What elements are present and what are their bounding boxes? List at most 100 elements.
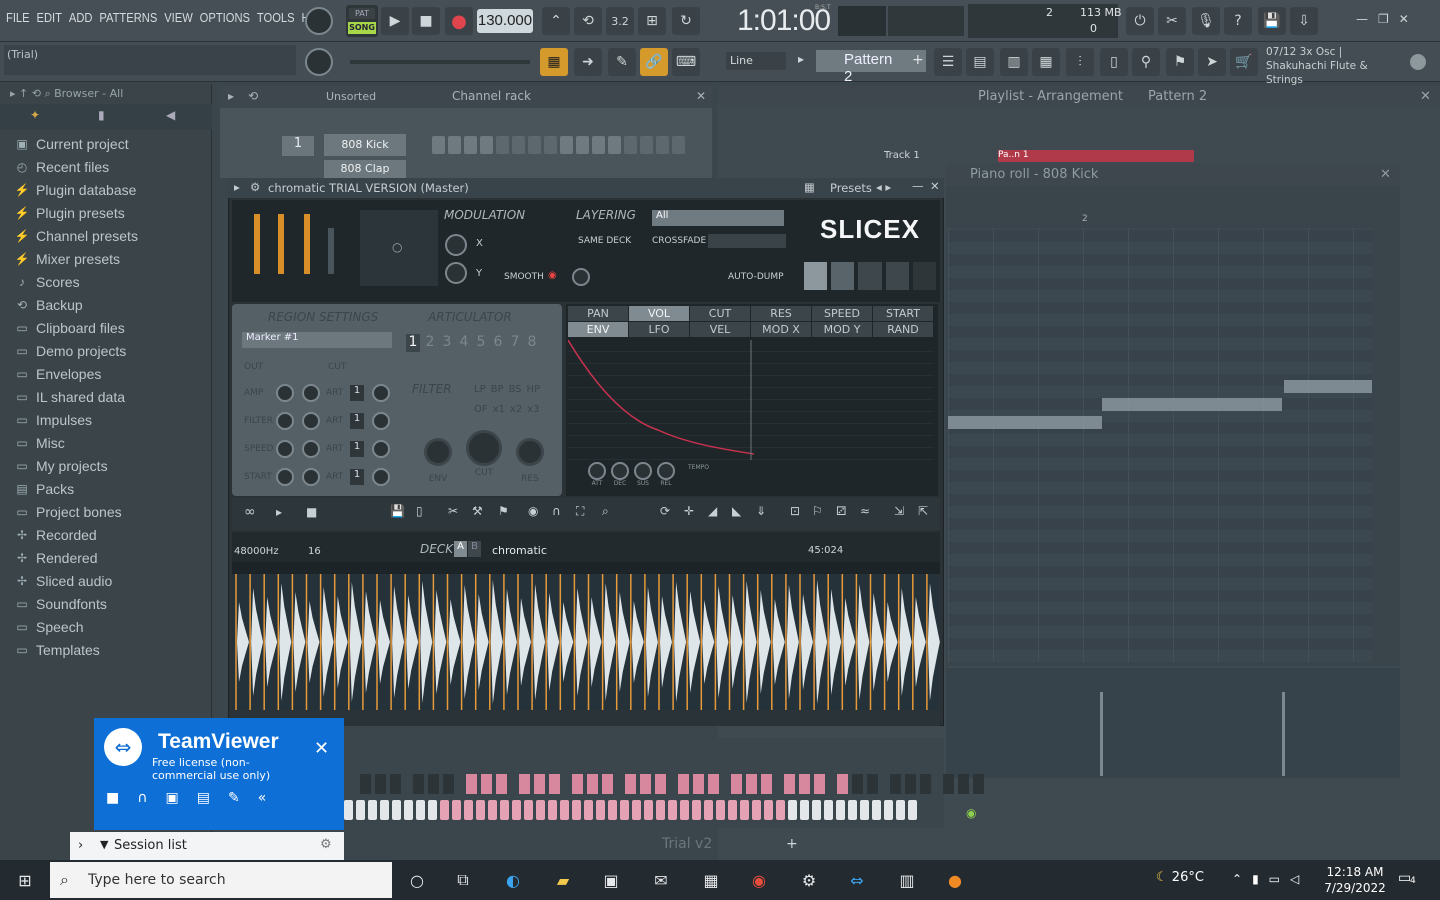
key[interactable] [746,774,757,794]
browser-item[interactable]: ✢ Sliced audio [14,569,210,592]
step-edit-button[interactable]: ➜ [574,48,602,76]
envelope-tab[interactable]: RES [751,306,811,321]
loop-record-button[interactable]: ↻ [672,7,700,35]
gear-icon[interactable]: ⚙ [250,180,260,194]
key[interactable] [512,800,521,820]
browser-item[interactable]: ▤ Packs [14,477,210,500]
key[interactable] [824,800,833,820]
layout-button[interactable] [885,262,909,290]
mod-x-knob[interactable] [445,234,467,256]
key[interactable] [761,774,772,794]
countdown-button[interactable]: 3.2 [606,7,634,35]
play-button[interactable]: ▶ [381,7,409,35]
key[interactable] [973,774,984,794]
key[interactable] [837,774,848,794]
chop-icon[interactable]: ⊡ [790,504,800,518]
star-icon[interactable]: ✦ [30,108,40,122]
close-icon[interactable]: ✕ [1380,167,1391,182]
envelope-tab[interactable]: LFO [629,322,689,337]
envelope-tab[interactable]: ENV [568,322,628,337]
typing-keyboard-button[interactable]: ⌨ [672,48,700,76]
art-number[interactable]: 1 [350,413,364,429]
filter-option[interactable]: x1 [493,404,505,415]
tempo-display[interactable]: 130.000 [477,9,533,33]
crossfade-shapes[interactable] [708,234,786,248]
key[interactable] [596,800,605,820]
filter-option[interactable]: LP [474,384,486,395]
filter-option[interactable]: BS [509,384,522,395]
adsr-knob[interactable] [634,462,652,480]
step-button[interactable] [640,136,653,154]
envelope-tab[interactable]: SPEED [812,306,872,321]
render-button[interactable]: ⇩ [1290,7,1318,35]
export-icon[interactable]: ⇱ [918,504,928,518]
adsr-knob[interactable] [657,462,675,480]
key[interactable] [905,774,916,794]
speaker-icon[interactable]: ◀ [166,108,175,122]
key[interactable] [587,774,598,794]
key[interactable] [428,774,439,794]
browser-item[interactable]: ⚡ Mixer presets [14,247,210,270]
layering-select[interactable]: All [652,210,784,226]
note-grid[interactable]: 2 [948,214,1372,662]
session-list-bar[interactable]: › ▼ Session list ⚙ [70,832,344,860]
key[interactable] [625,774,636,794]
key[interactable] [443,774,454,794]
region-knob[interactable] [302,440,320,458]
volume-icon[interactable]: ◁ [1290,872,1299,886]
close-icon[interactable]: ✕ [1399,12,1409,26]
key[interactable] [380,800,389,820]
key[interactable] [428,800,437,820]
key[interactable] [360,774,371,794]
tools-icon[interactable]: ✎ [228,790,240,806]
restore-icon[interactable]: ❐ [1378,12,1389,26]
explorer-button[interactable]: ▰ [548,866,578,894]
filter-option[interactable]: x3 [527,404,539,415]
browser-item[interactable]: ▭ My projects [14,454,210,477]
close-icon[interactable]: ✕ [1420,89,1431,104]
browser-item[interactable]: ▭ IL shared data [14,385,210,408]
reset-button[interactable]: ⏻ [1126,7,1154,35]
browser-item[interactable]: ⚡ Plugin database [14,178,210,201]
key[interactable] [536,800,545,820]
key[interactable] [693,774,704,794]
key[interactable] [788,800,797,820]
minimize-icon[interactable]: — [1356,12,1368,26]
wait-input-button[interactable]: ⟲ [574,7,602,35]
mixer-button[interactable]: ☰ [934,48,962,76]
dump-icon[interactable]: ⇲ [894,504,904,518]
step-button[interactable] [496,136,509,154]
snap-link-button[interactable]: 🔗 [640,48,668,76]
cut-icon[interactable]: ✂ [448,504,458,518]
key[interactable] [632,800,641,820]
key[interactable] [814,774,825,794]
key[interactable] [584,800,593,820]
arrow-icon[interactable]: ▸ [234,180,240,194]
key[interactable] [344,800,353,820]
snap-select[interactable]: Line [726,52,786,70]
collapse-icon[interactable]: « [258,790,267,806]
browser-item[interactable]: ▭ Demo projects [14,339,210,362]
add-icon[interactable]: + [786,836,798,852]
waveform[interactable] [232,574,940,710]
articulator-number[interactable]: 8 [525,334,539,352]
chat-icon[interactable]: ▣ [165,790,178,806]
network-icon[interactable]: ▭ [1269,872,1280,886]
menu-patterns[interactable]: PATTERNS [99,10,157,25]
velocity-bar[interactable] [1282,692,1285,776]
key[interactable] [764,800,773,820]
channel-name-808-kick[interactable]: 808 Kick [324,134,406,156]
key[interactable] [884,800,893,820]
deck-b-button[interactable]: B [468,541,481,557]
key[interactable] [908,800,917,820]
key[interactable] [731,774,742,794]
step-button[interactable] [544,136,557,154]
settings-button[interactable]: ⚙ [794,866,824,894]
envelope-tab[interactable]: VEL [690,322,750,337]
store-button[interactable]: ▣ [596,866,626,894]
key[interactable] [416,800,425,820]
envelope-tab[interactable]: RAND [873,322,933,337]
filter-option[interactable]: BP [491,384,504,395]
cortana-button[interactable]: ○ [402,866,432,894]
menu-edit[interactable]: EDIT [37,10,62,25]
